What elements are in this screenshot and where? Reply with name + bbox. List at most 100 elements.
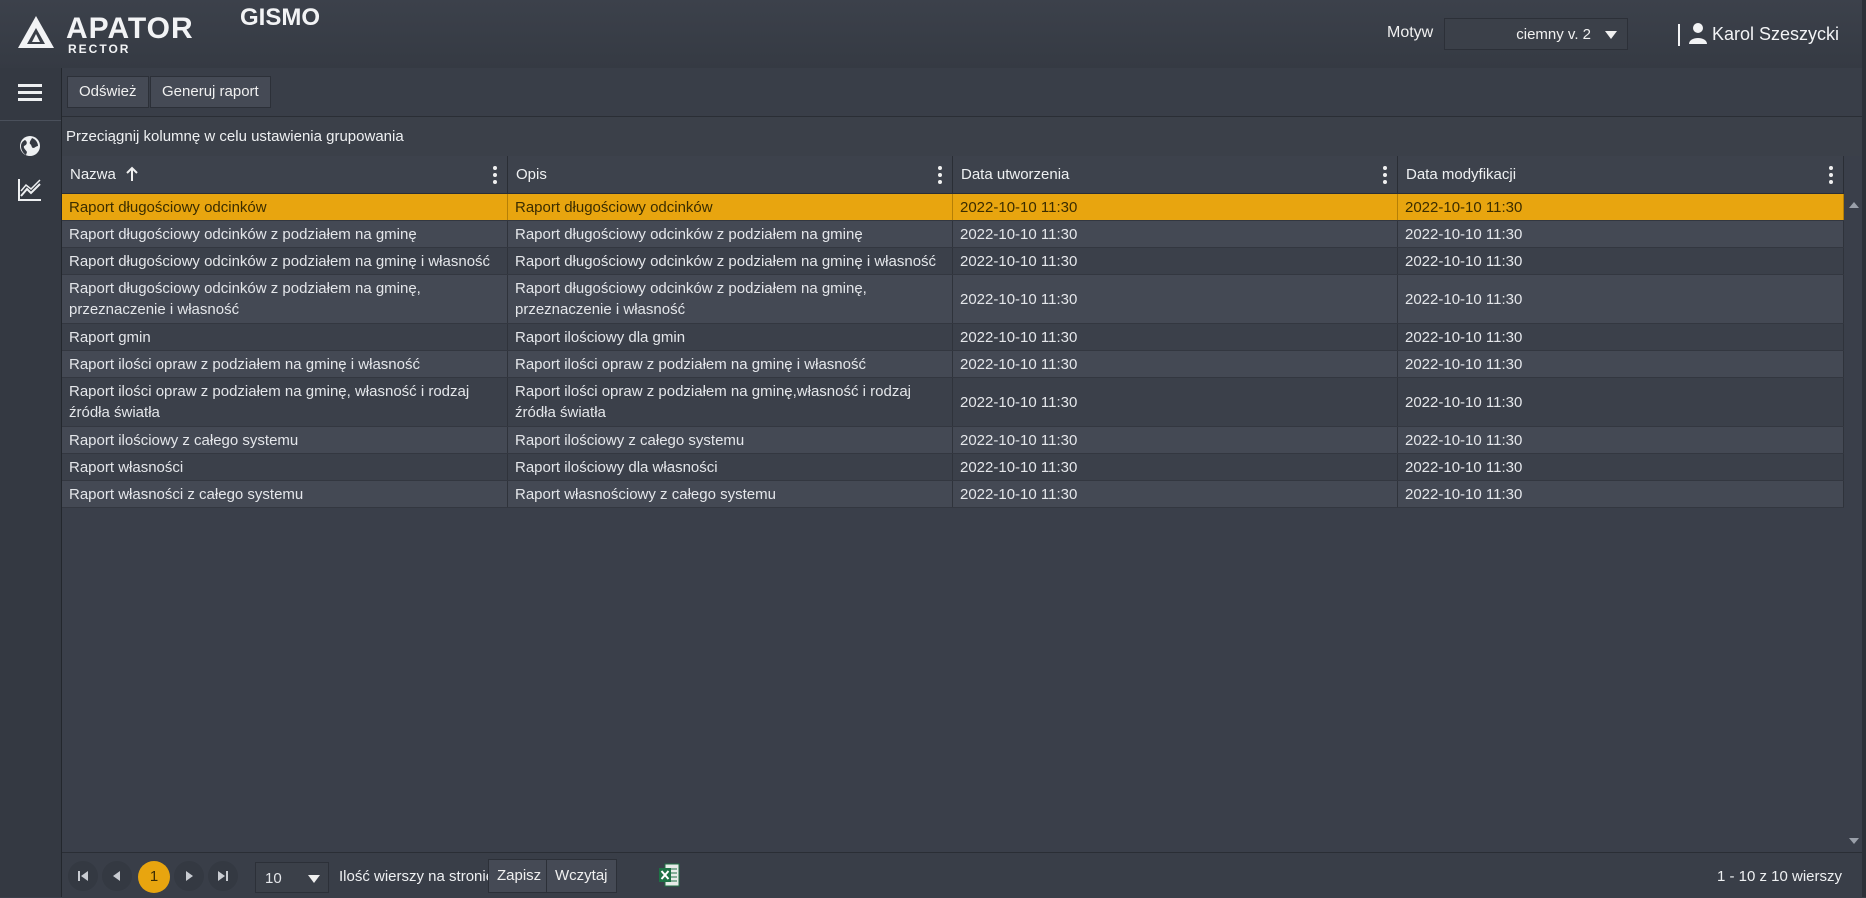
excel-icon[interactable]: [658, 863, 680, 887]
generate-report-button[interactable]: Generuj raport: [150, 76, 271, 108]
last-page-icon: [218, 871, 228, 881]
sidebar-item-reports[interactable]: [0, 166, 61, 214]
cell-created: 2022-10-10 11:30: [953, 275, 1398, 323]
prev-page-button[interactable]: [102, 861, 132, 891]
column-header-label: Nazwa: [70, 166, 116, 183]
table-row[interactable]: Raport ilościowy z całego systemu Raport…: [62, 427, 1844, 454]
grid-pager: 1 10 Ilość wierszy na stronie Zapisz Wcz…: [62, 852, 1862, 898]
cell-description: Raport długościowy odcinków z podziałem …: [508, 221, 953, 247]
scroll-up-icon[interactable]: [1849, 202, 1859, 208]
table-row[interactable]: Raport gmin Raport ilościowy dla gmin 20…: [62, 324, 1844, 351]
cell-modified: 2022-10-10 11:30: [1398, 194, 1844, 220]
cell-modified: 2022-10-10 11:30: [1398, 351, 1844, 377]
scroll-down-icon[interactable]: [1849, 838, 1859, 844]
cell-modified: 2022-10-10 11:30: [1398, 221, 1844, 247]
cell-created: 2022-10-10 11:30: [953, 481, 1398, 507]
save-button[interactable]: Zapisz: [488, 859, 551, 893]
sidebar-menu-button[interactable]: [0, 70, 61, 118]
apator-logo-icon: [18, 16, 54, 48]
logo-subtext: RECTOR: [68, 42, 131, 56]
next-page-button[interactable]: [174, 861, 204, 891]
table-row[interactable]: Raport długościowy odcinków z podziałem …: [62, 275, 1844, 324]
cell-name: Raport ilości opraw z podziałem na gminę…: [62, 351, 508, 377]
cell-modified: 2022-10-10 11:30: [1398, 248, 1844, 274]
page-1-button[interactable]: 1: [138, 861, 170, 893]
theme-select[interactable]: ciemny v. 2: [1444, 18, 1628, 50]
cell-created: 2022-10-10 11:30: [953, 221, 1398, 247]
cell-created: 2022-10-10 11:30: [953, 454, 1398, 480]
cell-modified: 2022-10-10 11:30: [1398, 324, 1844, 350]
cell-description: Raport ilościowy z całego systemu: [508, 427, 953, 453]
cell-name: Raport własności: [62, 454, 508, 480]
grouping-drop-area[interactable]: Przeciągnij kolumnę w celu ustawienia gr…: [62, 117, 1866, 157]
sidebar: [0, 68, 62, 897]
cell-name: Raport ilościowy z całego systemu: [62, 427, 508, 453]
grouping-hint: Przeciągnij kolumnę w celu ustawienia gr…: [66, 128, 404, 145]
app-title: GISMO: [240, 4, 321, 31]
globe-icon: [20, 136, 40, 156]
cell-description: Raport ilościowy dla własności: [508, 454, 953, 480]
user-icon: [1689, 23, 1707, 44]
toolbar: Odśwież Generuj raport: [62, 68, 1866, 117]
page-size-value: 10: [265, 870, 282, 887]
cell-created: 2022-10-10 11:30: [953, 351, 1398, 377]
cell-created: 2022-10-10 11:30: [953, 378, 1398, 426]
column-header-name[interactable]: Nazwa: [62, 156, 508, 193]
table-row[interactable]: Raport ilości opraw z podziałem na gminę…: [62, 378, 1844, 427]
cell-modified: 2022-10-10 11:30: [1398, 378, 1844, 426]
first-page-button[interactable]: [68, 861, 98, 891]
logo-text: APATOR: [66, 12, 194, 45]
table-row[interactable]: Raport ilości opraw z podziałem na gminę…: [62, 351, 1844, 378]
load-button[interactable]: Wczytaj: [546, 859, 617, 893]
cell-name: Raport długościowy odcinków: [62, 194, 508, 220]
cell-modified: 2022-10-10 11:30: [1398, 481, 1844, 507]
cell-description: Raport własnościowy z całego systemu: [508, 481, 953, 507]
page-size-select[interactable]: 10: [255, 862, 329, 893]
chevron-down-icon: [1605, 31, 1617, 39]
column-header-created[interactable]: Data utworzenia: [953, 156, 1398, 193]
cell-description: Raport ilości opraw z podziałem na gminę…: [508, 351, 953, 377]
cell-name: Raport długościowy odcinków z podziałem …: [62, 248, 508, 274]
prev-page-icon: [113, 871, 120, 881]
cell-created: 2022-10-10 11:30: [953, 324, 1398, 350]
cell-name: Raport gmin: [62, 324, 508, 350]
apator-logo[interactable]: APATOR RECTOR: [16, 12, 196, 56]
cell-description: Raport ilości opraw z podziałem na gminę…: [508, 378, 953, 426]
cell-description: Raport długościowy odcinków z podziałem …: [508, 275, 953, 323]
column-header-modified[interactable]: Data modyfikacji: [1398, 156, 1844, 193]
sidebar-divider: [0, 120, 61, 121]
table-row[interactable]: Raport długościowy odcinków Raport długo…: [62, 194, 1844, 221]
cell-description: Raport długościowy odcinków: [508, 194, 953, 220]
refresh-button[interactable]: Odśwież: [67, 76, 149, 108]
cell-description: Raport długościowy odcinków z podziałem …: [508, 248, 953, 274]
table-row[interactable]: Raport własności z całego systemu Raport…: [62, 481, 1844, 508]
table-row[interactable]: Raport własności Raport ilościowy dla wł…: [62, 454, 1844, 481]
window-edge: [1862, 0, 1866, 897]
cell-modified: 2022-10-10 11:30: [1398, 427, 1844, 453]
grid-header: Nazwa Opis Data utworzenia Data modyfika…: [62, 156, 1844, 194]
column-menu-icon[interactable]: [493, 166, 497, 184]
cell-name: Raport własności z całego systemu: [62, 481, 508, 507]
first-page-icon: [78, 871, 88, 881]
user-name: Karol Szeszycki: [1712, 24, 1840, 44]
cell-modified: 2022-10-10 11:30: [1398, 275, 1844, 323]
table-row[interactable]: Raport długościowy odcinków z podziałem …: [62, 221, 1844, 248]
next-page-icon: [186, 871, 193, 881]
cell-modified: 2022-10-10 11:30: [1398, 454, 1844, 480]
cell-name: Raport ilości opraw z podziałem na gminę…: [62, 378, 508, 426]
column-menu-icon[interactable]: [1383, 166, 1387, 184]
column-header-description[interactable]: Opis: [508, 156, 953, 193]
column-header-label: Opis: [516, 166, 547, 183]
table-row[interactable]: Raport długościowy odcinków z podziałem …: [62, 248, 1844, 275]
theme-select-value: ciemny v. 2: [1516, 26, 1591, 43]
sort-ascending-icon: [126, 166, 138, 181]
grid-scrollbar[interactable]: [1844, 194, 1862, 852]
column-menu-icon[interactable]: [1829, 166, 1833, 184]
last-page-button[interactable]: [208, 861, 238, 891]
theme-label: Motyw: [1387, 24, 1434, 41]
user-separator: [1678, 24, 1680, 46]
column-menu-icon[interactable]: [938, 166, 942, 184]
sidebar-item-map[interactable]: [0, 122, 61, 170]
cell-name: Raport długościowy odcinków z podziałem …: [62, 221, 508, 247]
grid-body: Raport długościowy odcinków Raport długo…: [62, 194, 1844, 852]
